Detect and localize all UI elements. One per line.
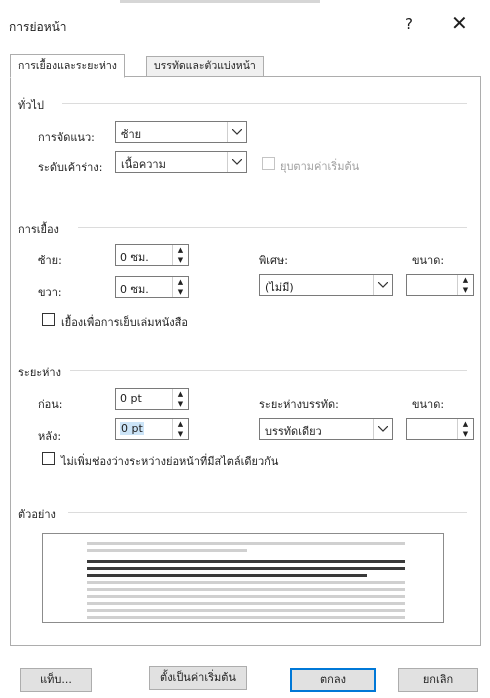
indentation-divider bbox=[78, 227, 467, 228]
arrow-down-icon[interactable]: ▼ bbox=[173, 255, 188, 265]
set-default-button[interactable]: ตั้งเป็นค่าเริ่มต้น bbox=[149, 666, 247, 690]
spacing-before-label: ก่อน: bbox=[38, 398, 63, 411]
collapsed-label: ยุบตามค่าเริ่มต้น bbox=[280, 160, 360, 173]
ok-button[interactable]: ตกลง bbox=[290, 668, 376, 692]
special-value: (ไม่มี) bbox=[265, 281, 294, 294]
dont-add-space-label: ไม่เพิ่มช่องว่างระหว่างย่อหน้าที่มีสไตล์… bbox=[61, 455, 279, 468]
spacing-after-value[interactable]: 0 pt bbox=[120, 422, 144, 435]
preview-box bbox=[42, 533, 444, 623]
dialog-title: การย่อหน้า bbox=[9, 20, 67, 34]
spacing-after-stepper[interactable]: 0 pt ▲ ▼ bbox=[115, 418, 189, 440]
spacing-before-stepper[interactable]: 0 pt ▲ ▼ bbox=[115, 388, 189, 410]
line-spacing-label: ระยะห่างบรรทัด: bbox=[259, 398, 339, 411]
indent-left-label: ซ้าย: bbox=[38, 254, 62, 267]
alignment-label: การจัดแนว: bbox=[38, 131, 95, 144]
outline-level-select[interactable]: เนื้อความ bbox=[115, 151, 247, 173]
indent-right-value: 0 ซม. bbox=[120, 283, 149, 296]
line-spacing-select[interactable]: บรรทัดเดียว bbox=[259, 418, 393, 440]
preview-line bbox=[87, 542, 405, 545]
arrow-up-icon[interactable]: ▲ bbox=[173, 245, 188, 255]
indentation-heading: การเยื้อง bbox=[18, 220, 63, 238]
preview-line bbox=[87, 549, 247, 552]
arrow-up-icon[interactable]: ▲ bbox=[173, 419, 188, 429]
outline-level-value: เนื้อความ bbox=[121, 158, 166, 171]
spacing-divider bbox=[70, 370, 467, 371]
preview-line bbox=[87, 588, 405, 591]
general-divider bbox=[62, 103, 467, 104]
indent-right-stepper[interactable]: 0 ซม. ▲ ▼ bbox=[115, 276, 189, 298]
preview-line bbox=[87, 560, 405, 563]
cancel-button[interactable]: ยกเลิก bbox=[398, 668, 478, 692]
arrow-down-icon[interactable]: ▼ bbox=[173, 287, 188, 297]
collapsed-checkbox[interactable] bbox=[262, 157, 275, 170]
arrow-up-icon[interactable]: ▲ bbox=[458, 419, 473, 429]
help-button[interactable]: ? bbox=[405, 15, 413, 33]
close-icon[interactable]: ✕ bbox=[451, 11, 468, 35]
outline-level-label: ระดับเค้าร่าง: bbox=[38, 161, 103, 174]
indent-by-label: ขนาด: bbox=[412, 254, 445, 267]
alignment-select[interactable]: ซ้าย bbox=[115, 121, 247, 143]
arrow-down-icon[interactable]: ▼ bbox=[173, 429, 188, 439]
arrow-down-icon[interactable]: ▼ bbox=[173, 399, 188, 409]
indent-by-stepper[interactable]: ▲ ▼ bbox=[406, 274, 474, 296]
special-select[interactable]: (ไม่มี) bbox=[259, 274, 393, 296]
indent-left-value: 0 ซม. bbox=[120, 251, 149, 264]
preview-line bbox=[87, 581, 405, 584]
arrow-up-icon[interactable]: ▲ bbox=[173, 277, 188, 287]
preview-divider bbox=[68, 512, 467, 513]
mirror-indents-checkbox[interactable] bbox=[42, 313, 55, 326]
tabs-button[interactable]: แท็บ... bbox=[20, 668, 92, 692]
preview-heading: ตัวอย่าง bbox=[18, 505, 60, 523]
chevron-down-icon[interactable] bbox=[227, 152, 246, 172]
mirror-indents-label: เยื้องเพื่อการเย็บเล่มหนังสือ bbox=[61, 316, 188, 329]
preview-line bbox=[87, 574, 367, 577]
alignment-value: ซ้าย bbox=[121, 128, 142, 141]
arrow-up-icon[interactable]: ▲ bbox=[458, 275, 473, 285]
chevron-down-icon[interactable] bbox=[373, 275, 392, 295]
spacing-heading: ระยะห่าง bbox=[18, 363, 65, 381]
preview-line bbox=[87, 609, 405, 612]
indent-left-stepper[interactable]: 0 ซม. ▲ ▼ bbox=[115, 244, 189, 266]
chevron-down-icon[interactable] bbox=[227, 122, 246, 142]
spacing-after-label: หลัง: bbox=[38, 430, 62, 443]
general-heading: ทั่วไป bbox=[18, 96, 48, 114]
dont-add-space-checkbox[interactable] bbox=[42, 452, 55, 465]
spacing-at-stepper[interactable]: ▲ ▼ bbox=[406, 418, 474, 440]
background-strip bbox=[120, 0, 320, 3]
preview-line bbox=[87, 616, 405, 619]
arrow-down-icon[interactable]: ▼ bbox=[458, 285, 473, 295]
close-button[interactable]: ✕ bbox=[451, 11, 468, 35]
tab-indents-spacing[interactable]: การเยื้องและระยะห่าง bbox=[10, 54, 125, 78]
arrow-up-icon[interactable]: ▲ bbox=[173, 389, 188, 399]
spacing-before-value: 0 pt bbox=[120, 392, 142, 405]
title-bar bbox=[0, 0, 490, 44]
chevron-down-icon[interactable] bbox=[373, 419, 392, 439]
spacing-at-label: ขนาด: bbox=[412, 398, 445, 411]
line-spacing-value: บรรทัดเดียว bbox=[265, 425, 322, 438]
preview-line bbox=[87, 567, 405, 570]
tab-line-page-breaks[interactable]: บรรทัดและตัวแบ่งหน้า bbox=[146, 56, 264, 77]
preview-line bbox=[87, 595, 405, 598]
special-label: พิเศษ: bbox=[259, 254, 288, 267]
arrow-down-icon[interactable]: ▼ bbox=[458, 429, 473, 439]
preview-line bbox=[87, 602, 405, 605]
indent-right-label: ขวา: bbox=[38, 286, 62, 299]
